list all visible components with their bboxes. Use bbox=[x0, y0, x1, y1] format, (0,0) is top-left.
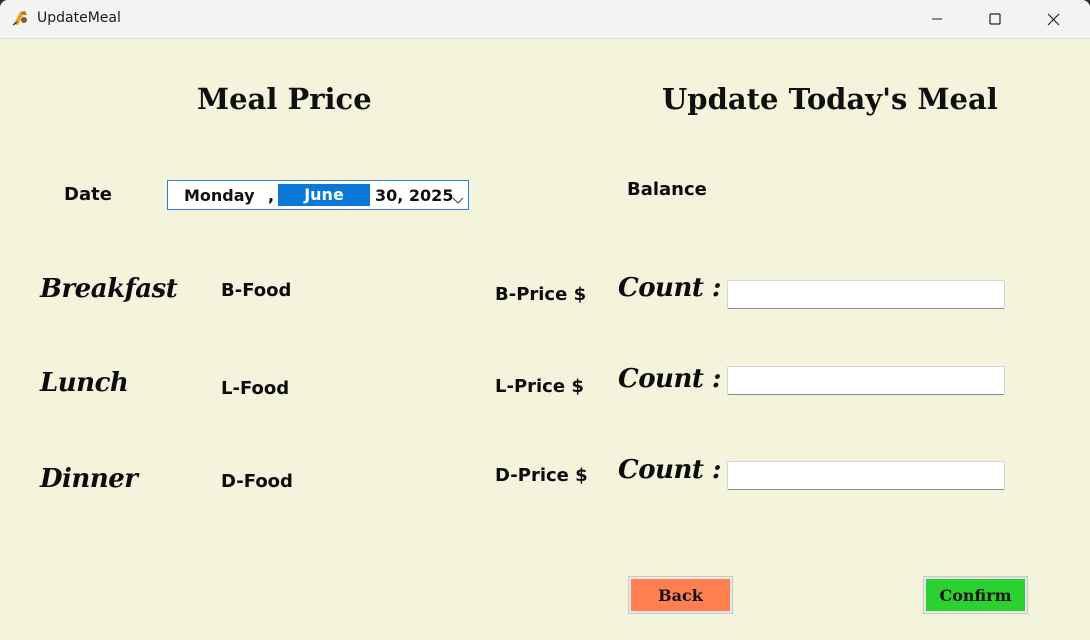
back-button[interactable]: Back bbox=[628, 576, 733, 614]
date-day[interactable]: Monday bbox=[184, 186, 255, 205]
update-meal-window: UpdateMeal Meal Price Update Today's Mea… bbox=[0, 0, 1090, 640]
minimize-button[interactable] bbox=[908, 0, 966, 38]
close-icon bbox=[1047, 13, 1060, 26]
app-icon bbox=[11, 9, 29, 27]
breakfast-food: B-Food bbox=[221, 280, 292, 301]
minimize-icon bbox=[931, 13, 943, 25]
date-month[interactable]: June bbox=[278, 184, 370, 206]
lunch-count-label: Count : bbox=[618, 364, 722, 394]
dinner-count-input[interactable] bbox=[727, 461, 1005, 490]
dinner-food: D-Food bbox=[221, 471, 293, 492]
date-label: Date bbox=[64, 184, 112, 205]
lunch-count-input[interactable] bbox=[727, 366, 1005, 395]
close-button[interactable] bbox=[1024, 0, 1082, 38]
maximize-button[interactable] bbox=[966, 0, 1024, 38]
date-separator: , bbox=[268, 186, 275, 205]
maximize-icon bbox=[989, 13, 1001, 25]
dinner-count-label: Count : bbox=[618, 455, 722, 485]
balance-label: Balance bbox=[627, 179, 707, 200]
breakfast-price: B-Price $ bbox=[495, 284, 587, 305]
meal-price-heading: Meal Price bbox=[197, 82, 372, 116]
date-picker[interactable]: Monday , June 30, 2025 bbox=[167, 180, 469, 210]
dinner-price: D-Price $ bbox=[495, 465, 588, 486]
window-title: UpdateMeal bbox=[37, 10, 121, 26]
title-bar: UpdateMeal bbox=[0, 0, 1090, 39]
breakfast-label: Breakfast bbox=[40, 274, 178, 304]
lunch-food: L-Food bbox=[221, 378, 290, 399]
lunch-price: L-Price $ bbox=[495, 376, 584, 397]
dinner-label: Dinner bbox=[40, 464, 138, 494]
lunch-label: Lunch bbox=[40, 368, 129, 398]
breakfast-count-input[interactable] bbox=[727, 280, 1005, 309]
confirm-button[interactable]: Confirm bbox=[923, 576, 1028, 614]
date-day-year[interactable]: 30, 2025 bbox=[375, 186, 453, 205]
update-meal-heading: Update Today's Meal bbox=[662, 82, 998, 116]
chevron-down-icon[interactable] bbox=[452, 190, 464, 209]
breakfast-count-label: Count : bbox=[618, 273, 722, 303]
